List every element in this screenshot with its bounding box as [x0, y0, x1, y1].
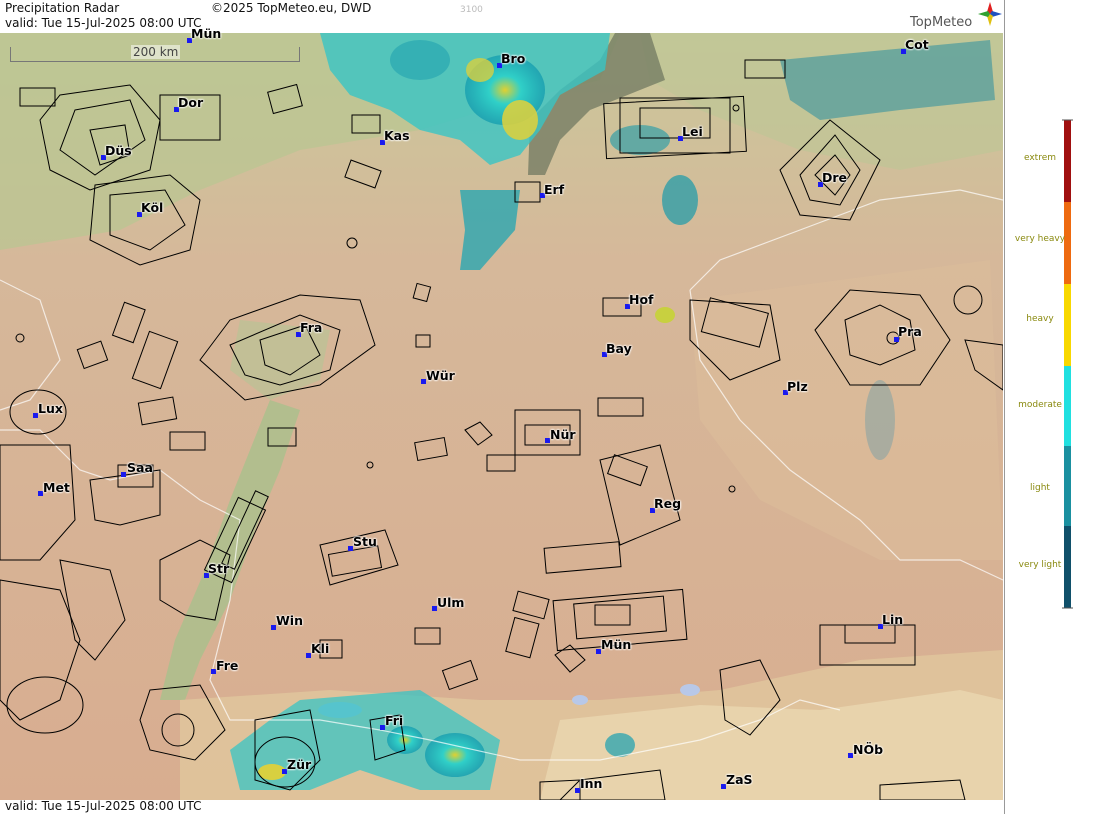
city-label-freiburg[interactable]: Fre — [216, 658, 238, 673]
copyright-text: ©2025 TopMeteo.eu, DWD — [211, 1, 372, 15]
city-label-plzen[interactable]: Plz — [787, 379, 808, 394]
city-label-cottbus[interactable]: Cot — [905, 37, 929, 52]
city-label-munster[interactable]: Mün — [191, 26, 221, 41]
legend-label-extrem: extrem — [1023, 153, 1057, 163]
city-label-wurzburg[interactable]: Wür — [426, 368, 455, 383]
city-label-hof[interactable]: Hof — [629, 292, 654, 307]
scale-label: 200 km — [131, 45, 181, 59]
city-marker — [121, 472, 126, 477]
city-label-luxembourg[interactable]: Lux — [38, 401, 63, 416]
city-label-koln[interactable]: Köl — [141, 200, 163, 215]
city-label-kassel[interactable]: Kas — [384, 128, 410, 143]
city-label-metz[interactable]: Met — [43, 480, 70, 495]
legend-swatch-heavy — [1064, 284, 1071, 366]
legend-label-moderate: moderate — [1018, 400, 1062, 410]
city-label-munchen[interactable]: Mün — [601, 637, 631, 652]
product-title: Precipitation Radar — [5, 1, 120, 15]
city-label-saarbrucken[interactable]: Saa — [127, 460, 153, 475]
city-label-bayreuth[interactable]: Bay — [606, 341, 632, 356]
city-label-dortmund[interactable]: Dor — [178, 95, 203, 110]
city-label-prague[interactable]: Pra — [898, 324, 922, 339]
city-label-ulm[interactable]: Ulm — [437, 595, 464, 610]
city-label-kli[interactable]: Kli — [311, 641, 329, 656]
lake-chiemsee — [680, 684, 700, 696]
legend-label-very-light: very light — [1018, 560, 1062, 570]
legend-label-very-heavy: very heavy — [1014, 234, 1066, 244]
map-canvas — [0, 33, 1003, 800]
city-label-brocken[interactable]: Bro — [501, 51, 525, 66]
city-label-frankfurt[interactable]: Fra — [300, 320, 322, 335]
city-label-strasbourg[interactable]: Str — [208, 561, 229, 576]
city-label-nurnberg[interactable]: Nür — [550, 427, 576, 442]
valid-time: valid: Tue 15-Jul-2025 08:00 UTC — [5, 16, 202, 30]
intensity-legend: extrem very heavy heavy moderate light v… — [1004, 0, 1095, 814]
product-code: 3100 — [460, 5, 483, 15]
radar-map[interactable]: 200 km — [0, 33, 1003, 800]
city-label-stuttgart[interactable]: Stu — [353, 534, 377, 549]
footer-valid-time: valid: Tue 15-Jul-2025 08:00 UTC — [5, 799, 202, 813]
city-label-zurich[interactable]: Zür — [287, 757, 311, 772]
city-label-leipzig[interactable]: Lei — [682, 124, 703, 139]
city-label-linz[interactable]: Lin — [882, 612, 903, 627]
legend-label-light: light — [1030, 483, 1050, 493]
legend-label-heavy: heavy — [1026, 314, 1054, 324]
lake-ammersee — [572, 695, 588, 705]
city-label-zas[interactable]: ZaS — [726, 772, 753, 787]
logo-text: TopMeteo — [910, 15, 973, 30]
city-label-win[interactable]: Win — [276, 613, 303, 628]
map-footer: valid: Tue 15-Jul-2025 08:00 UTC — [0, 799, 1003, 814]
city-label-dusseldorf[interactable]: Düs — [105, 143, 132, 158]
city-label-friedrichshafen[interactable]: Fri — [385, 713, 403, 728]
map-header: Precipitation Radar ©2025 TopMeteo.eu, D… — [0, 0, 1003, 33]
city-label-dresden[interactable]: Dre — [822, 170, 847, 185]
city-label-innsbruck[interactable]: Inn — [580, 776, 602, 791]
city-label-erfurt[interactable]: Erf — [544, 182, 564, 197]
city-label-regensburg[interactable]: Reg — [654, 496, 681, 511]
city-label-nob[interactable]: NÖb — [853, 742, 883, 757]
